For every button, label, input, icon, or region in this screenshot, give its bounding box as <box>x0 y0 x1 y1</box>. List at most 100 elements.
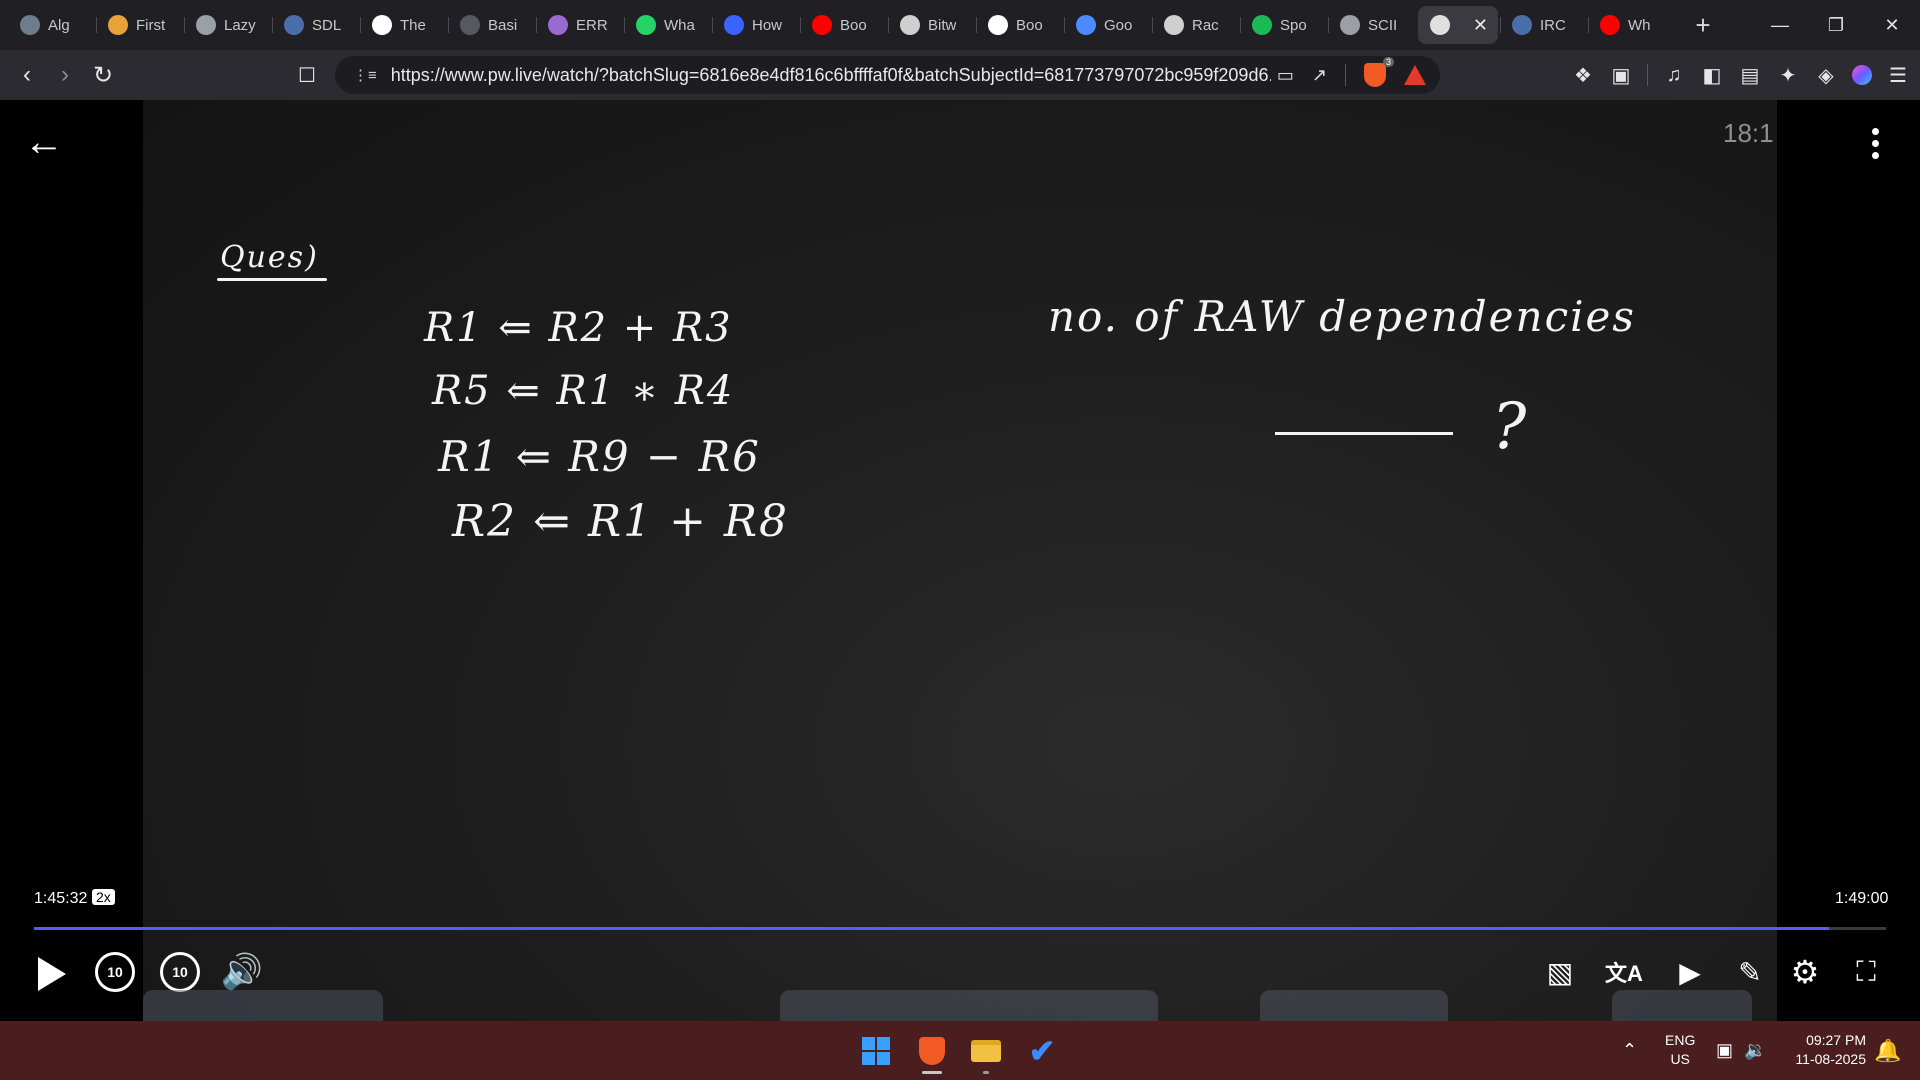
browser-tab[interactable]: How <box>712 6 800 44</box>
brave-shields-icon[interactable]: 3 <box>1364 57 1394 87</box>
irc-icon <box>1512 15 1532 35</box>
tab-title: SDL <box>312 16 342 34</box>
tab-strip: Alg First Lazy SDL The Basi ERR Wha How Boo Bitw Bo… <box>0 0 1920 50</box>
restore-icon[interactable]: ❐ <box>1808 0 1864 50</box>
sidebar-icon[interactable]: ◧ <box>1700 63 1724 88</box>
tab-title: Alg <box>48 16 70 34</box>
minimize-icon[interactable]: — <box>1752 0 1808 50</box>
browser-tab[interactable]: Wha <box>624 6 712 44</box>
menu-icon[interactable]: ☰ <box>1886 63 1910 88</box>
network-icon[interactable]: ▣ <box>1716 1021 1733 1080</box>
site-settings-icon[interactable]: ⋮≡ <box>353 66 377 84</box>
globe-icon <box>196 15 216 35</box>
current-time: 1:45:32 <box>34 890 88 907</box>
answer-blank <box>1275 432 1453 435</box>
browser-tab[interactable]: Basi <box>448 6 536 44</box>
checkmark-icon: ✔ <box>1028 1033 1056 1069</box>
browser-tab[interactable]: Wh <box>1588 6 1676 44</box>
tab-title: IRC <box>1540 16 1566 34</box>
spotify-icon <box>1252 15 1272 35</box>
image-icon <box>284 15 304 35</box>
heading-underline <box>217 278 327 281</box>
divider <box>1345 64 1346 86</box>
share-icon[interactable]: ↗ <box>1312 65 1327 86</box>
leo-ai-icon[interactable]: ✦ <box>1776 63 1800 88</box>
reload-icon[interactable]: ↻ <box>84 56 122 94</box>
cast-icon[interactable]: ▭ <box>1277 65 1294 86</box>
equation-2: R5 ⇐ R1 ∗ R4 <box>432 368 735 414</box>
extensions-icon[interactable]: ❖ <box>1571 63 1595 88</box>
tray-chevron-icon[interactable]: ⌃ <box>1622 1021 1637 1080</box>
play-button[interactable] <box>32 952 72 996</box>
close-window-icon[interactable]: ✕ <box>1864 0 1920 50</box>
browser-tab[interactable]: Rac <box>1152 6 1240 44</box>
browser-tab[interactable]: Spo <box>1240 6 1328 44</box>
media-icon[interactable]: ♫ <box>1662 64 1686 87</box>
brave-rewards-icon[interactable] <box>1404 65 1426 85</box>
speaker-tray-icon[interactable]: 🔉 <box>1744 1021 1766 1080</box>
brave-icon <box>919 1037 945 1065</box>
back-icon[interactable]: ‹ <box>8 56 46 94</box>
browser-tab[interactable]: SDL <box>272 6 360 44</box>
tab-title: Bitw <box>928 16 957 34</box>
browser-tab[interactable]: Bitw <box>888 6 976 44</box>
url-text[interactable]: https://www.pw.live/watch/?batchSlug=681… <box>391 65 1271 86</box>
browser-tab[interactable]: F✕ <box>1418 6 1498 44</box>
playlist-icon[interactable]: ▶ <box>1670 952 1710 992</box>
language-indicator[interactable]: ENG US <box>1665 1031 1695 1069</box>
browser-tab[interactable]: SCII <box>1328 6 1416 44</box>
browser-tab[interactable]: Goo <box>1064 6 1152 44</box>
running-app-indicator <box>983 1071 989 1074</box>
browser-tab[interactable]: Lazy <box>184 6 272 44</box>
start-button[interactable] <box>858 1033 894 1069</box>
tab-title: First <box>136 16 166 34</box>
browser-tab[interactable]: First <box>96 6 184 44</box>
browser-tab[interactable]: Alg <box>8 6 96 44</box>
todo-app[interactable]: ✔ <box>1024 1033 1060 1069</box>
speed-badge[interactable]: 2x <box>92 889 115 905</box>
clock[interactable]: 09:27 PM 11-08-2025 <box>1780 1031 1866 1069</box>
notification-bell-icon[interactable]: 🔔 <box>1874 1038 1901 1064</box>
new-tab-icon[interactable]: + <box>1688 10 1718 41</box>
more-options-icon[interactable] <box>1872 128 1880 159</box>
chat-icon[interactable]: ▧ <box>1540 952 1580 992</box>
wallet-icon[interactable]: ▤ <box>1738 63 1762 88</box>
reader-icon[interactable]: ▣ <box>1609 63 1633 88</box>
profile-avatar[interactable] <box>1852 65 1872 85</box>
browser-tab[interactable]: IRC <box>1500 6 1588 44</box>
pdf-icon <box>460 15 480 35</box>
volume-icon[interactable]: 🔊 <box>220 952 264 992</box>
taskbar: ✔ ⌃ ENG US ▣ 🔉 09:27 PM 11-08-2025 🔔 <box>0 1021 1920 1080</box>
address-bar[interactable]: ⋮≡ https://www.pw.live/watch/?batchSlug=… <box>335 56 1440 94</box>
translate-icon[interactable]: 文A <box>1604 952 1644 992</box>
browser-tab[interactable]: Boo <box>976 6 1064 44</box>
shield-count: 3 <box>1382 57 1394 67</box>
question-mark: ? <box>1492 390 1529 464</box>
browser-tab[interactable]: The <box>360 6 448 44</box>
browser-toolbar: ‹ › ↻ ☐ ⋮≡ https://www.pw.live/watch/?ba… <box>0 50 1920 100</box>
total-time: 1:49:00 <box>1835 890 1889 907</box>
forward-10-button[interactable]: 10 <box>160 952 200 992</box>
seek-bar[interactable] <box>34 927 1886 930</box>
close-tab-icon[interactable]: ✕ <box>1473 15 1488 36</box>
video-player[interactable]: 18:1 ← Ques) R1 ⇐ R2 + R3 R5 ⇐ R1 ∗ R4 R… <box>0 100 1920 1021</box>
tab-title: Lazy <box>224 16 256 34</box>
tab-title: Wha <box>664 16 695 34</box>
lecture-board: 18:1 <box>143 100 1777 1021</box>
rewind-10-button[interactable]: 10 <box>95 952 135 992</box>
settings-gear-icon[interactable]: ⚙ <box>1785 952 1825 992</box>
back-arrow-icon[interactable]: ← <box>24 122 64 162</box>
brave-taskbar-app[interactable] <box>914 1033 950 1069</box>
google-icon <box>988 15 1008 35</box>
file-explorer-app[interactable] <box>968 1033 1004 1069</box>
notes-icon[interactable]: ✎ <box>1730 952 1770 992</box>
globe-icon <box>1340 15 1360 35</box>
tab-title: Basi <box>488 16 518 34</box>
vpn-icon[interactable]: ◈ <box>1814 63 1838 88</box>
fullscreen-icon[interactable]: ⛶ <box>1846 952 1886 992</box>
browser-tab[interactable]: ERR <box>536 6 624 44</box>
browser-tab[interactable]: Boo <box>800 6 888 44</box>
bookmark-icon[interactable]: ☐ <box>288 56 326 94</box>
tab-title: Goo <box>1104 16 1133 34</box>
forward-icon[interactable]: › <box>46 56 84 94</box>
